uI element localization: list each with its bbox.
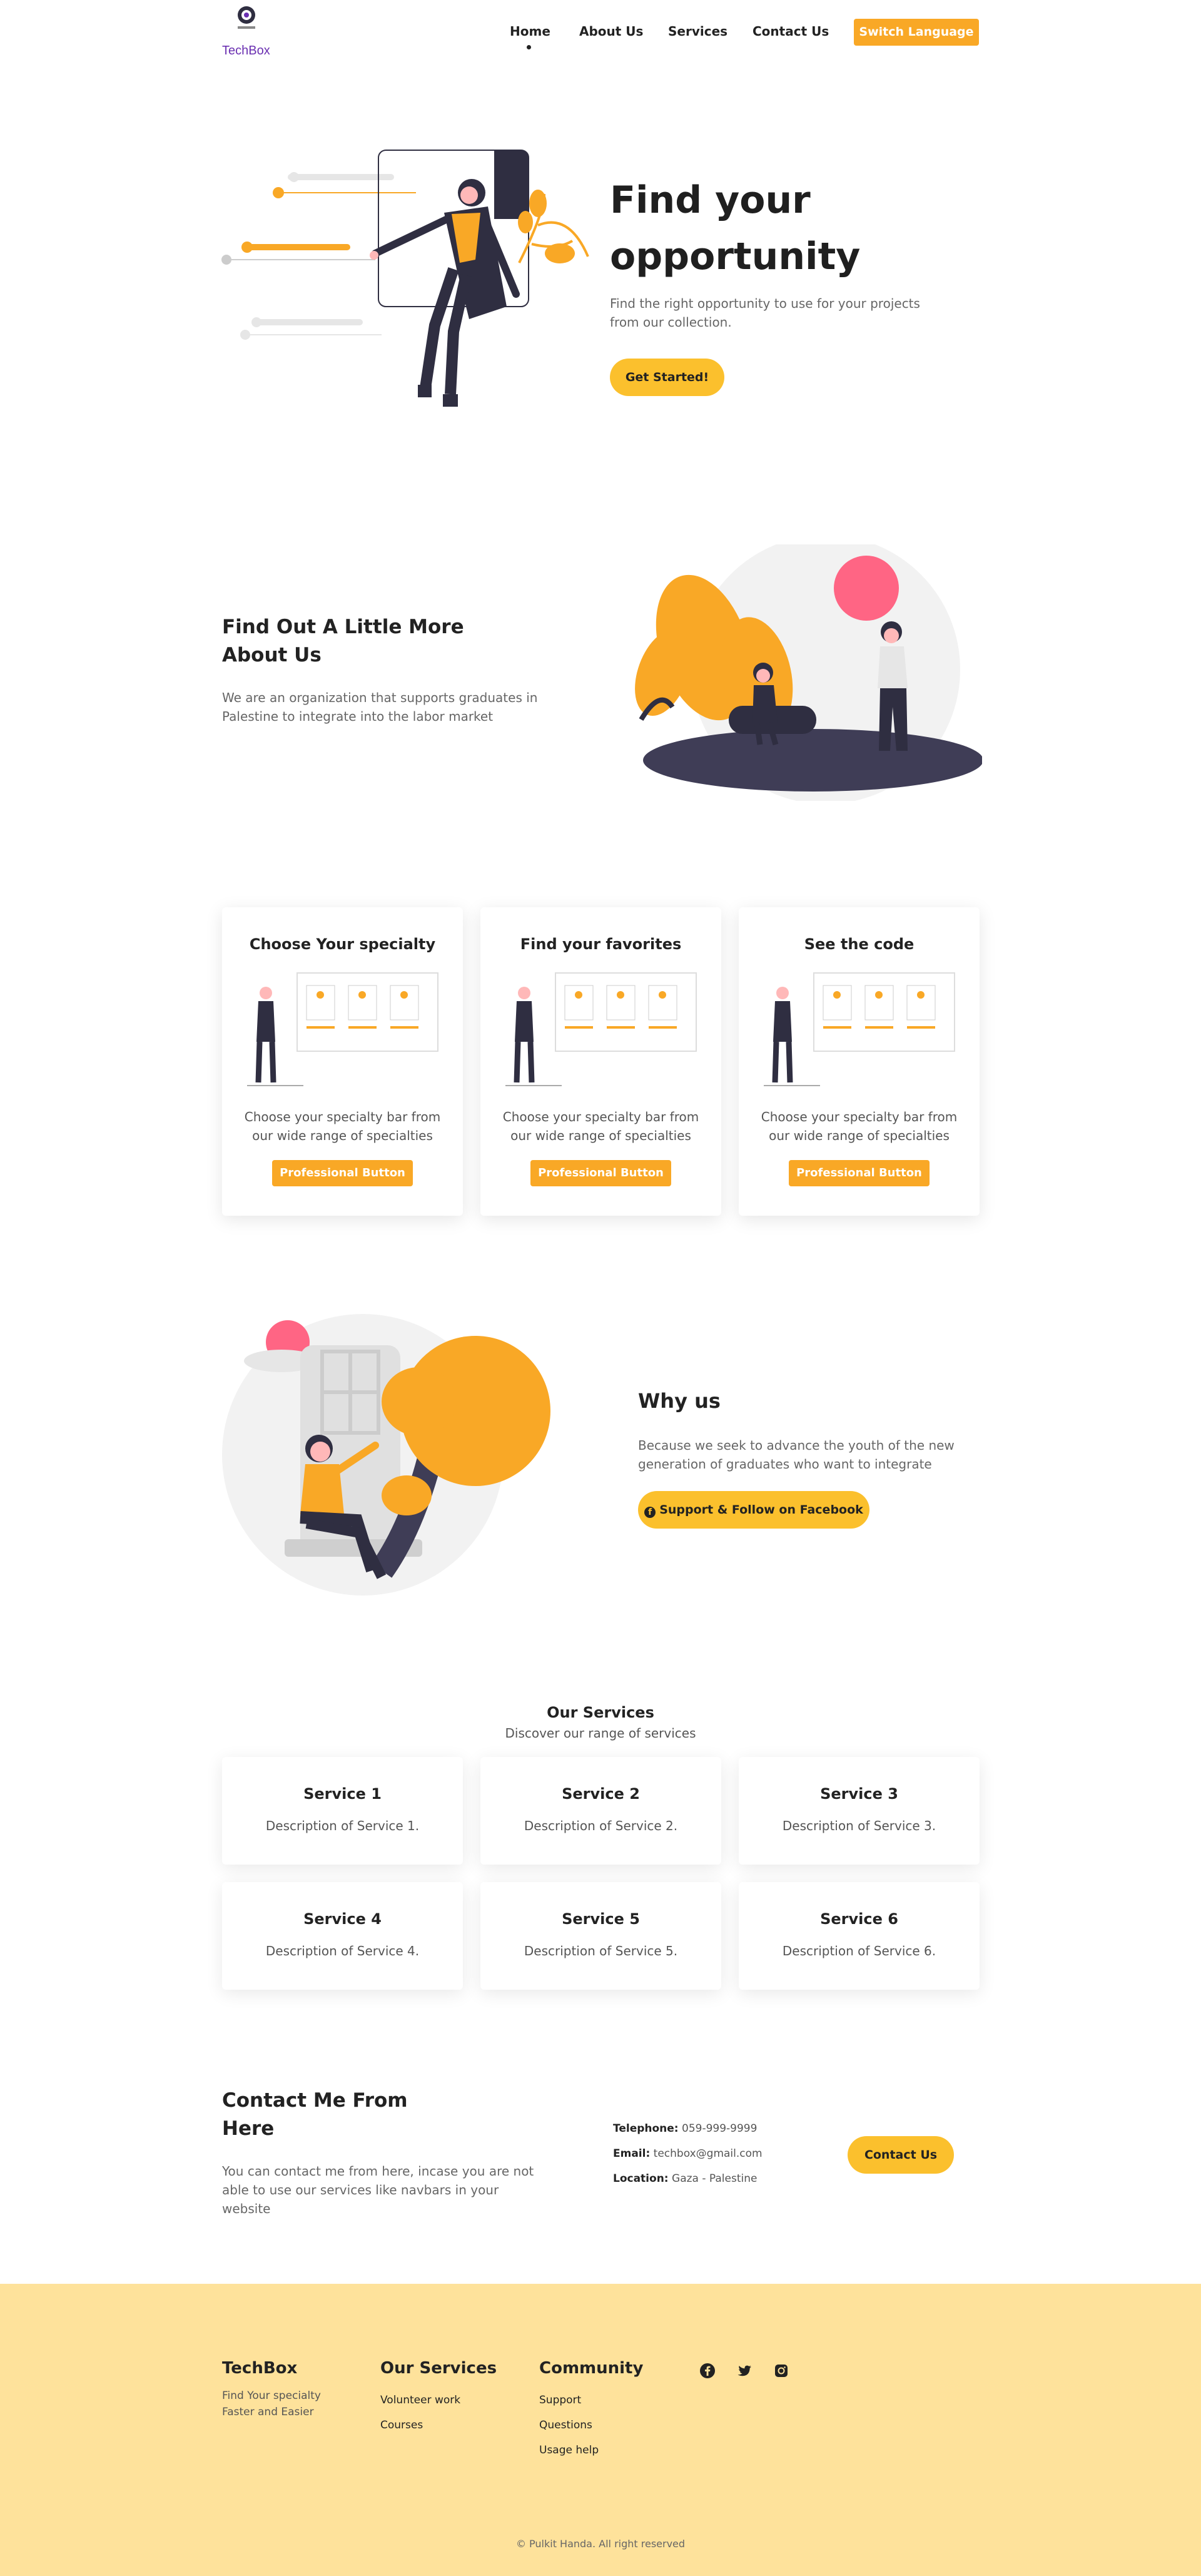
facebook-follow-label: Support & Follow on Facebook <box>659 1503 863 1517</box>
nav-services[interactable]: Services <box>668 24 727 39</box>
why-illustration <box>219 1308 569 1602</box>
feature-card-illustration <box>764 967 958 1092</box>
service-card-2[interactable]: Service 2 Description of Service 2. <box>480 1757 721 1865</box>
service-description: Description of Service 5. <box>524 1943 678 1958</box>
facebook-icon: f <box>644 1507 656 1518</box>
service-title: Service 6 <box>820 1910 898 1928</box>
about-title: Find Out A Little More About Us <box>222 613 485 669</box>
location-value: Gaza - Palestine <box>672 2172 758 2185</box>
about-title-line1: Find Out A Little More <box>222 616 464 638</box>
service-card-1[interactable]: Service 1 Description of Service 1. <box>222 1757 463 1865</box>
footer-link-support[interactable]: Support <box>539 2394 581 2406</box>
contact-us-button[interactable]: Contact Us <box>848 2136 954 2174</box>
footer-brand: TechBox <box>222 2359 298 2378</box>
service-title: Service 4 <box>303 1910 382 1928</box>
feature-card-title: See the code <box>804 935 915 953</box>
feature-card-illustration <box>247 967 441 1092</box>
footer-link-questions[interactable]: Questions <box>539 2419 592 2431</box>
about-illustration <box>635 535 983 804</box>
feature-card-illustration <box>505 967 699 1092</box>
feature-card-3: See the code Choose your specialty bar f… <box>739 907 980 1216</box>
nav-active-indicator <box>527 45 531 49</box>
service-title: Service 3 <box>820 1785 898 1803</box>
service-card-6[interactable]: Service 6 Description of Service 6. <box>739 1882 980 1990</box>
service-description: Description of Service 6. <box>782 1943 936 1958</box>
instagram-icon[interactable] <box>773 2363 789 2379</box>
feature-card-text: Choose your specialty bar from our wide … <box>244 1109 441 1143</box>
contact-title: Contact Me From Here <box>222 2087 435 2143</box>
contact-text: You can contact me from here, incase you… <box>222 2164 534 2216</box>
nav-home[interactable]: Home <box>510 24 550 39</box>
service-title: Service 5 <box>562 1910 640 1928</box>
service-card-4[interactable]: Service 4 Description of Service 4. <box>222 1882 463 1990</box>
contact-email: Email: techbox@gmail.com <box>613 2147 763 2160</box>
nav-about[interactable]: About Us <box>579 24 643 39</box>
service-card-5[interactable]: Service 5 Description of Service 5. <box>480 1882 721 1990</box>
service-description: Description of Service 1. <box>265 1818 420 1833</box>
telephone-label: Telephone: <box>613 2122 679 2135</box>
get-started-button[interactable]: Get Started! <box>610 359 724 396</box>
hero-title: Find your opportunity <box>610 172 960 285</box>
copyright: © Pulkit Handa. All right reserved <box>515 2538 686 2550</box>
about-title-line2: About Us <box>222 644 322 666</box>
logo[interactable] <box>233 3 260 34</box>
hero-title-line2: opportunity <box>610 235 861 278</box>
professional-button[interactable]: Professional Button <box>272 1160 413 1186</box>
feature-card-text: Choose your specialty bar from our wide … <box>502 1109 699 1143</box>
why-text: Because we seek to advance the youth of … <box>638 1438 955 1472</box>
why-title: Why us <box>638 1389 721 1413</box>
services-heading: Our Services <box>547 1704 654 1721</box>
email-value[interactable]: techbox@gmail.com <box>654 2147 763 2160</box>
email-label: Email: <box>613 2147 651 2160</box>
professional-button[interactable]: Professional Button <box>530 1160 671 1186</box>
footer-tagline-line2: Faster and Easier <box>222 2406 314 2418</box>
about-text: We are an organization that supports gra… <box>222 690 538 724</box>
feature-card-title: Find your favorites <box>520 935 682 953</box>
feature-card-text: Choose your specialty bar from our wide … <box>761 1109 958 1143</box>
telephone-value[interactable]: 059-999-9999 <box>682 2122 757 2135</box>
hero-title-line1: Find your <box>610 178 811 222</box>
footer-tagline: Find Your specialty Faster and Easier <box>222 2388 321 2420</box>
service-description: Description of Service 2. <box>524 1818 678 1833</box>
service-description: Description of Service 3. <box>782 1818 936 1833</box>
contact-telephone: Telephone: 059-999-9999 <box>613 2122 757 2135</box>
nav-contact[interactable]: Contact Us <box>753 24 829 39</box>
professional-button[interactable]: Professional Button <box>789 1160 930 1186</box>
footer-tagline-line1: Find Your specialty <box>222 2390 321 2402</box>
service-title: Service 2 <box>562 1785 640 1803</box>
footer <box>0 2284 1201 2576</box>
footer-link-usage-help[interactable]: Usage help <box>539 2444 599 2456</box>
service-title: Service 1 <box>303 1785 382 1803</box>
feature-card-2: Find your favorites Choose your specialt… <box>480 907 721 1216</box>
facebook-icon[interactable] <box>699 2363 716 2379</box>
brand-name[interactable]: TechBox <box>222 44 270 58</box>
services-subheading: Discover our range of services <box>505 1726 696 1741</box>
twitter-icon[interactable] <box>736 2363 753 2379</box>
footer-link-volunteer[interactable]: Volunteer work <box>380 2394 460 2406</box>
hero-illustration <box>219 144 594 425</box>
service-description: Description of Service 4. <box>265 1943 420 1958</box>
contact-title-line2: Here <box>222 2117 275 2140</box>
footer-services-heading: Our Services <box>380 2359 497 2378</box>
contact-location: Location: Gaza - Palestine <box>613 2172 757 2185</box>
contact-title-line1: Contact Me From <box>222 2089 408 2112</box>
footer-community-heading: Community <box>539 2359 644 2378</box>
service-card-3[interactable]: Service 3 Description of Service 3. <box>739 1757 980 1865</box>
location-label: Location: <box>613 2172 669 2185</box>
switch-language-button[interactable]: Switch Language <box>854 19 979 46</box>
feature-card-title: Choose Your specialty <box>249 935 436 953</box>
hero-subtitle: Find the right opportunity to use for yo… <box>610 296 920 330</box>
facebook-follow-button[interactable]: f Support & Follow on Facebook <box>638 1491 869 1529</box>
feature-card-1: Choose Your specialty Choose your specia… <box>222 907 463 1216</box>
footer-link-courses[interactable]: Courses <box>380 2419 423 2431</box>
